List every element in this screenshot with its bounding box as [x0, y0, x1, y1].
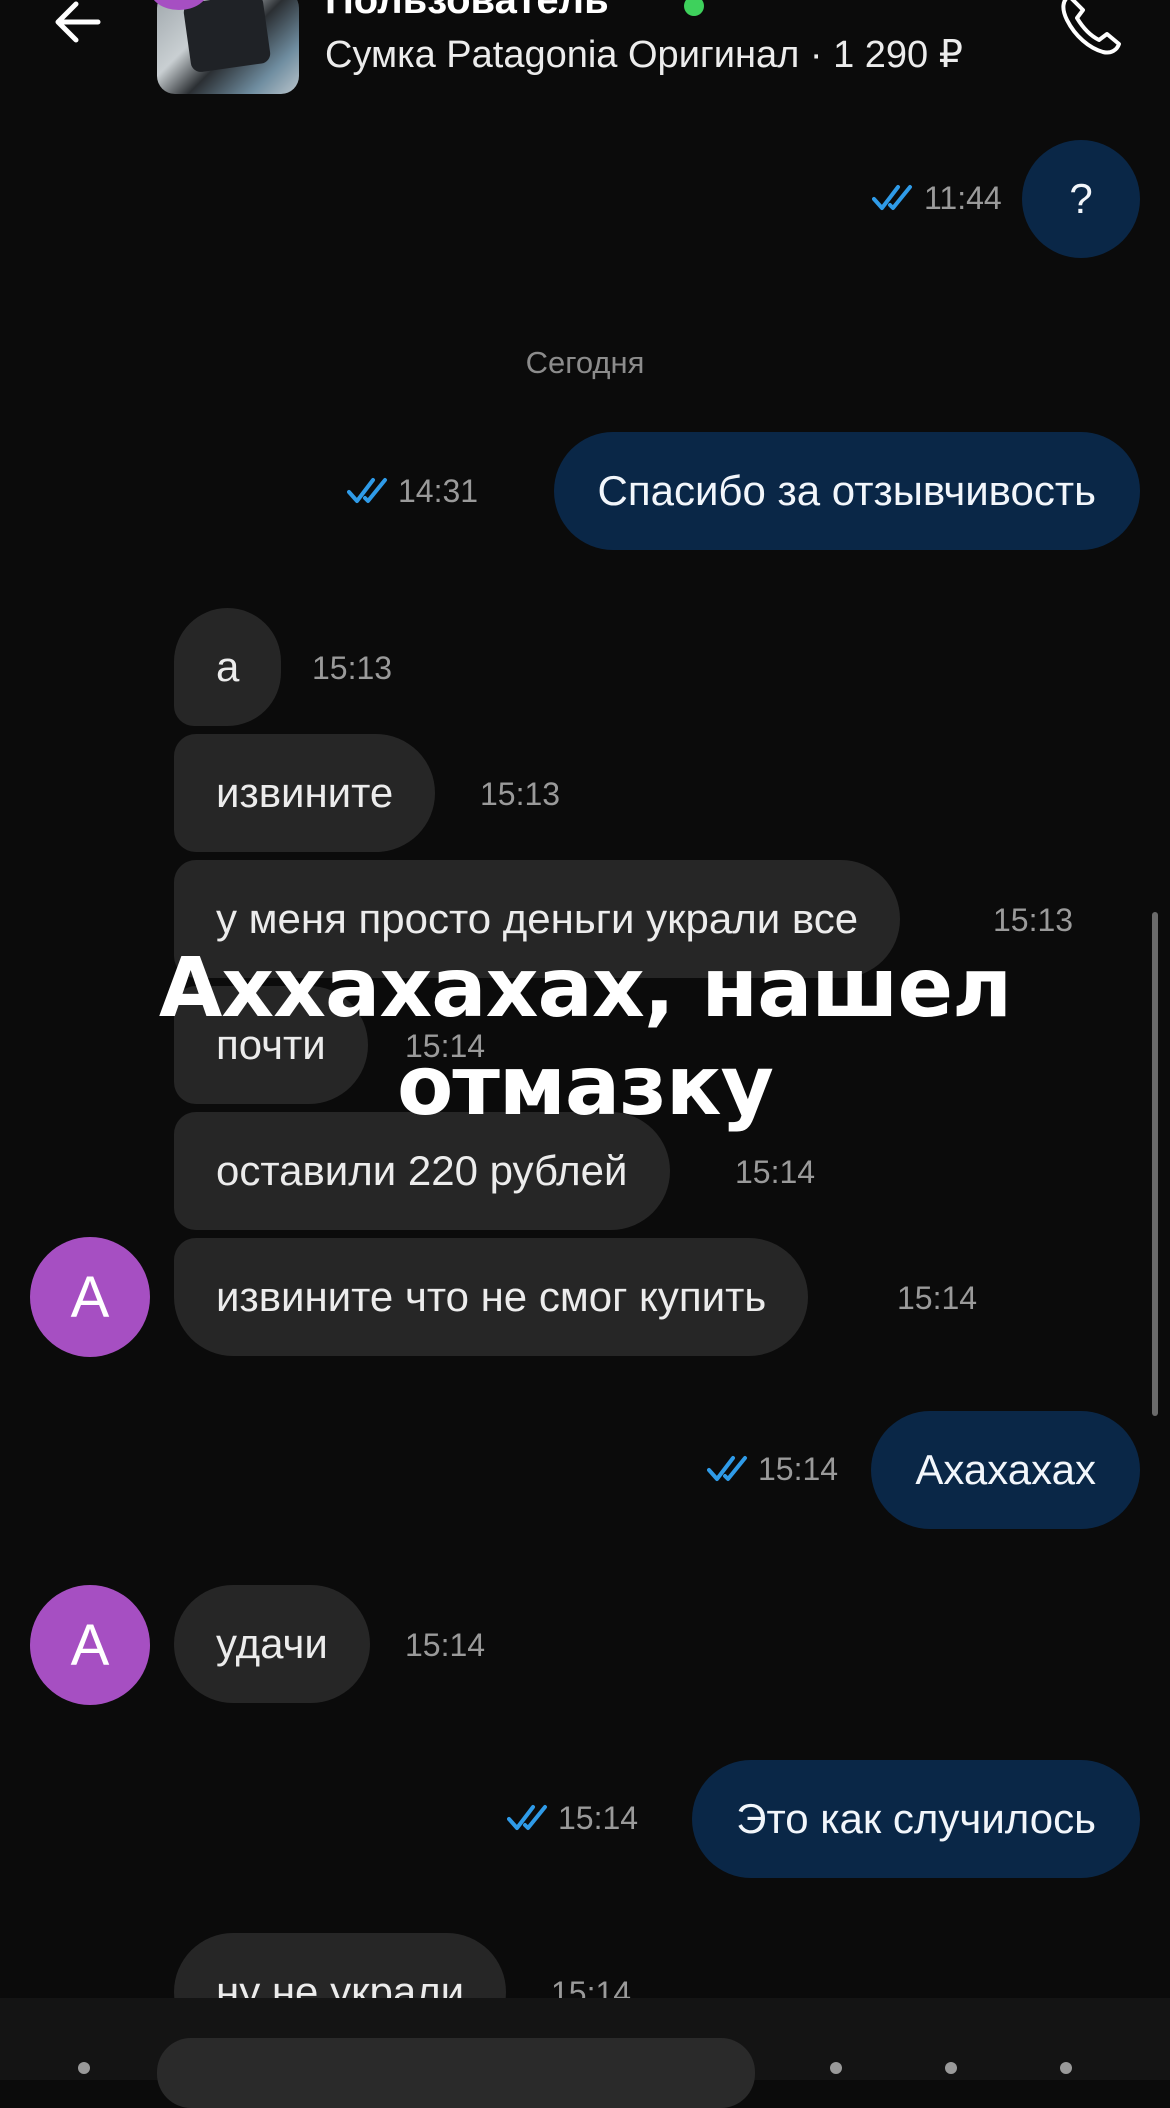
- outgoing-message[interactable]: Спасибо за отзывчивость: [553, 432, 1140, 550]
- message-text: ?: [1069, 175, 1093, 222]
- attach-icon[interactable]: [78, 2062, 90, 2074]
- incoming-message[interactable]: извините: [174, 734, 436, 852]
- message-time: 15:14: [558, 1800, 639, 1836]
- message-text: извините: [216, 769, 394, 816]
- outgoing-message[interactable]: Ахахахах: [871, 1411, 1140, 1529]
- date-separator: Сегодня: [525, 345, 645, 380]
- message-text: у меня просто деньги украли все: [216, 895, 859, 942]
- bag-image: [182, 0, 272, 74]
- listing-title-price[interactable]: Сумка Patagonia Оригинал · 1 290 ₽: [325, 32, 963, 77]
- message-time: 15:14: [897, 1280, 978, 1316]
- message-text: оставили 220 рублей: [216, 1147, 628, 1194]
- message-text: а: [216, 643, 240, 690]
- read-checkmarks-icon: [347, 478, 387, 503]
- chat-user-name[interactable]: Пользователь: [325, 0, 609, 23]
- message-text: извините что не смог купить: [216, 1273, 767, 1320]
- sender-avatar[interactable]: А: [30, 1237, 150, 1357]
- sender-avatar[interactable]: А: [30, 1585, 150, 1705]
- read-checkmarks-icon: [872, 185, 912, 210]
- camera-icon[interactable]: [945, 2062, 957, 2074]
- message-time: 15:13: [312, 650, 393, 686]
- message-time: 15:13: [993, 902, 1074, 938]
- message-time: 15:14: [405, 1627, 486, 1663]
- message-time: 15:13: [480, 776, 561, 812]
- microphone-icon[interactable]: [1060, 2062, 1072, 2074]
- outgoing-message[interactable]: ?: [1022, 140, 1140, 258]
- listing-thumbnail[interactable]: [157, 0, 299, 94]
- message-text: удачи: [216, 1620, 328, 1667]
- message-time: 15:14: [735, 1154, 816, 1190]
- message-time: 14:31: [398, 473, 479, 509]
- read-checkmarks-icon: [507, 1805, 547, 1830]
- back-arrow-icon[interactable]: [48, 0, 112, 48]
- message-text: Ахахахах: [915, 1446, 1096, 1493]
- overlay-caption: Аххахахах, нашел отмазку: [158, 941, 1012, 1134]
- message-text: Это как случилось: [736, 1795, 1096, 1842]
- message-time: 11:44: [924, 180, 1002, 216]
- incoming-message[interactable]: извините что не смог купить: [174, 1238, 809, 1356]
- outgoing-message[interactable]: Это как случилось: [692, 1760, 1140, 1878]
- message-input[interactable]: [157, 2038, 755, 2108]
- emoji-icon[interactable]: [830, 2062, 842, 2074]
- incoming-message[interactable]: удачи: [174, 1585, 370, 1703]
- message-time: 15:14: [758, 1451, 839, 1487]
- message-text: Спасибо за отзывчивость: [597, 467, 1096, 514]
- read-checkmarks-icon: [707, 1456, 747, 1481]
- scrollbar[interactable]: [1152, 912, 1158, 1416]
- incoming-message[interactable]: а: [174, 608, 282, 726]
- phone-icon[interactable]: [1055, 0, 1125, 60]
- online-status-indicator: [684, 0, 704, 16]
